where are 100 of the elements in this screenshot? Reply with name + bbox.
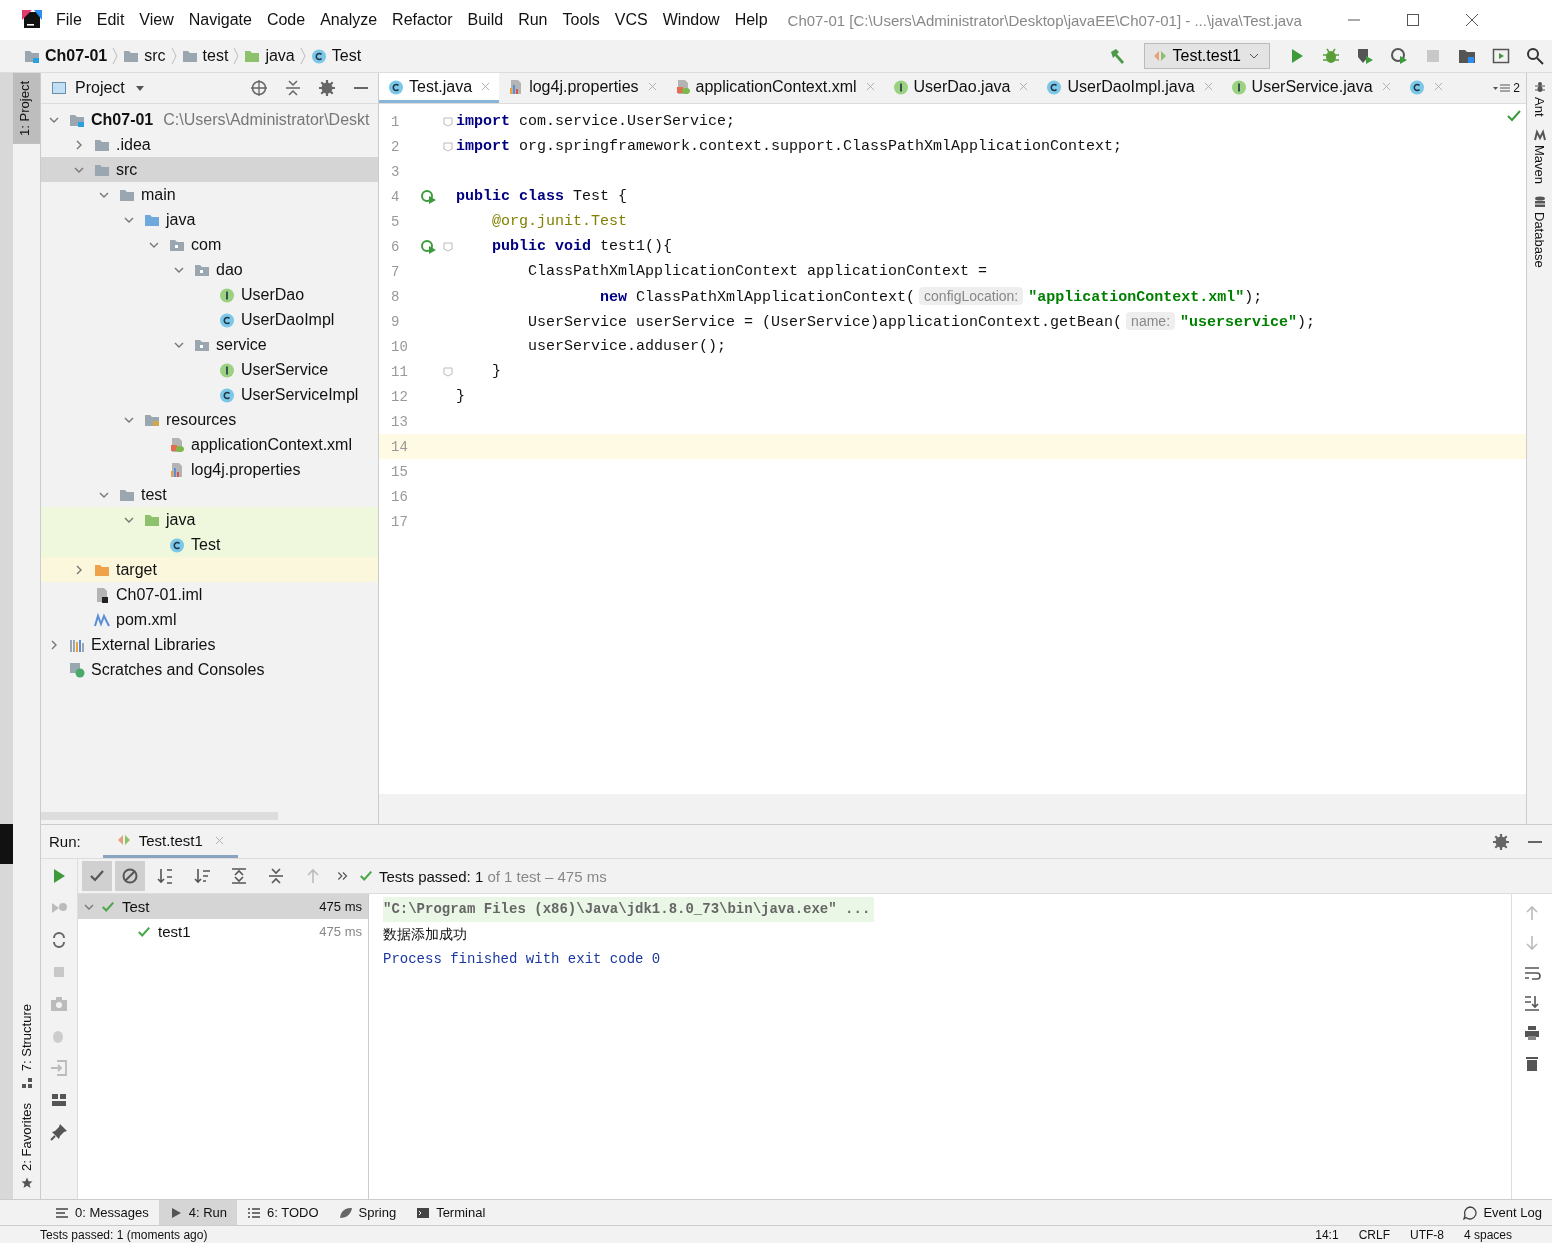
- refresh-icon[interactable]: [50, 931, 68, 949]
- menu-item[interactable]: Help: [734, 11, 768, 29]
- settings-icon[interactable]: [1492, 832, 1510, 851]
- tree-row[interactable]: java: [41, 507, 378, 532]
- sort-by-duration-icon[interactable]: [193, 867, 211, 885]
- tool-window-tab[interactable]: 7: Structure: [19, 1003, 34, 1090]
- tree-row[interactable]: service: [41, 332, 378, 357]
- menu-item[interactable]: Tools: [562, 11, 600, 29]
- breadcrumb[interactable]: test: [181, 47, 229, 65]
- editor-tab[interactable]: UserDao.java: [883, 73, 1038, 103]
- menu-item[interactable]: Analyze: [320, 11, 378, 29]
- tree-row[interactable]: test: [41, 482, 378, 507]
- trash-icon[interactable]: [1523, 1054, 1541, 1072]
- menu-item[interactable]: Code: [266, 11, 306, 29]
- tree-row[interactable]: Ch07-01 C:\Users\Administrator\Deskt: [41, 107, 378, 132]
- layout-icon[interactable]: [50, 1091, 68, 1109]
- menu-item[interactable]: File: [56, 11, 82, 29]
- tree-row[interactable]: applicationContext.xml: [41, 432, 378, 457]
- close-icon[interactable]: [1464, 13, 1479, 27]
- tree-row[interactable]: UserService: [41, 357, 378, 382]
- test-row[interactable]: test1 475 ms: [78, 919, 368, 944]
- tree-row[interactable]: .idea: [41, 132, 378, 157]
- tree-row[interactable]: com: [41, 232, 378, 257]
- tree-row[interactable]: Ch07-01.iml: [41, 582, 378, 607]
- pin-icon[interactable]: [50, 1123, 68, 1141]
- tab-overflow-button[interactable]: 2: [1487, 73, 1526, 103]
- tree-row[interactable]: UserDao: [41, 282, 378, 307]
- tree-row[interactable]: resources: [41, 407, 378, 432]
- breadcrumb[interactable]: Ch07-01: [24, 47, 108, 65]
- target-icon[interactable]: [250, 79, 268, 97]
- chevron-right-icon[interactable]: [49, 639, 59, 650]
- line-separator[interactable]: CRLF: [1358, 1227, 1390, 1242]
- presentation-icon[interactable]: [1492, 47, 1510, 65]
- maximize-icon[interactable]: [1405, 13, 1420, 27]
- tree-row[interactable]: java: [41, 207, 378, 232]
- expand-all-icon[interactable]: [230, 867, 248, 885]
- project-structure-icon[interactable]: [1458, 47, 1476, 65]
- breadcrumb[interactable]: java: [244, 47, 295, 65]
- tree-row[interactable]: Scratches and Consoles: [41, 657, 378, 682]
- run-configuration-dropdown[interactable]: Test.test1: [1143, 43, 1270, 69]
- tool-window-tab[interactable]: Database: [1532, 195, 1547, 268]
- tool-window-tab[interactable]: 6: TODO: [237, 1200, 329, 1225]
- tool-window-tab[interactable]: 1: Project: [13, 73, 40, 144]
- editor-tab[interactable]: UserDaoImpl.java: [1037, 73, 1222, 103]
- run-test-icon[interactable]: [421, 188, 437, 205]
- show-ignored-toggle[interactable]: [115, 861, 145, 891]
- file-encoding[interactable]: UTF-8: [1409, 1227, 1444, 1242]
- menu-item[interactable]: Run: [518, 11, 548, 29]
- tool-window-tab[interactable]: Spring: [328, 1200, 407, 1225]
- event-log-button[interactable]: Event Log: [1453, 1200, 1552, 1225]
- scroll-to-end-icon[interactable]: [1523, 994, 1541, 1012]
- tree-row[interactable]: log4j.properties: [41, 457, 378, 482]
- menu-item[interactable]: View: [139, 11, 174, 29]
- tree-row[interactable]: UserServiceImpl: [41, 382, 378, 407]
- profiler-icon[interactable]: [1390, 47, 1408, 65]
- tree-row[interactable]: main: [41, 182, 378, 207]
- breadcrumb[interactable]: src: [123, 47, 166, 65]
- tool-window-tab[interactable]: Ant: [1532, 81, 1547, 117]
- tree-row[interactable]: src: [41, 157, 378, 182]
- chevron-right-icon[interactable]: [74, 564, 84, 575]
- menu-item[interactable]: VCS: [614, 11, 648, 29]
- tool-window-tab[interactable]: 2: Favorites: [19, 1103, 34, 1189]
- test-row[interactable]: Test 475 ms: [78, 894, 368, 919]
- soft-wrap-icon[interactable]: [1523, 964, 1541, 982]
- tool-window-tab[interactable]: 4: Run: [158, 1200, 237, 1225]
- tree-row[interactable]: Test: [41, 532, 378, 557]
- breadcrumb[interactable]: Test: [310, 47, 362, 65]
- menu-item[interactable]: Navigate: [188, 11, 252, 29]
- collapse-all-icon[interactable]: [284, 79, 302, 97]
- menu-item[interactable]: Refactor: [392, 11, 453, 29]
- editor-tab[interactable]: log4j.properties: [499, 73, 666, 103]
- run-test-icon[interactable]: [421, 238, 437, 255]
- tree-row[interactable]: UserDaoImpl: [41, 307, 378, 332]
- panel-title-dropdown[interactable]: Project: [51, 79, 147, 97]
- tree-row[interactable]: target: [41, 557, 378, 582]
- more-icon[interactable]: [336, 869, 350, 883]
- tool-window-tab[interactable]: Maven: [1532, 128, 1547, 184]
- settings-icon[interactable]: [318, 79, 336, 97]
- tree-row[interactable]: dao: [41, 257, 378, 282]
- tree-row[interactable]: External Libraries: [41, 632, 378, 657]
- editor-tab[interactable]: applicationContext.xml: [665, 73, 884, 103]
- tool-window-tab[interactable]: 0: Messages: [45, 1200, 159, 1225]
- sort-alphabetically-icon[interactable]: [156, 867, 174, 885]
- search-icon[interactable]: [1526, 47, 1544, 65]
- editor-tab[interactable]: Test.java: [379, 73, 500, 103]
- menu-item[interactable]: Edit: [96, 11, 125, 29]
- tree-row[interactable]: pom.xml: [41, 607, 378, 632]
- coverage-icon[interactable]: [1356, 47, 1374, 65]
- cursor-position[interactable]: 14:1: [1315, 1227, 1339, 1242]
- indent-setting[interactable]: 4 spaces: [1463, 1227, 1512, 1242]
- run-tab[interactable]: Test.test1: [102, 825, 238, 858]
- collapse-all-icon[interactable]: [267, 867, 285, 885]
- scrollbar[interactable]: [41, 812, 278, 820]
- menu-item[interactable]: Window: [662, 11, 720, 29]
- print-icon[interactable]: [1523, 1024, 1541, 1042]
- tool-window-tab[interactable]: Terminal: [406, 1200, 496, 1225]
- menu-item[interactable]: Build: [467, 11, 504, 29]
- editor-tab[interactable]: UserService.java: [1221, 73, 1400, 103]
- show-passed-toggle[interactable]: [82, 861, 112, 891]
- chevron-right-icon[interactable]: [74, 139, 84, 150]
